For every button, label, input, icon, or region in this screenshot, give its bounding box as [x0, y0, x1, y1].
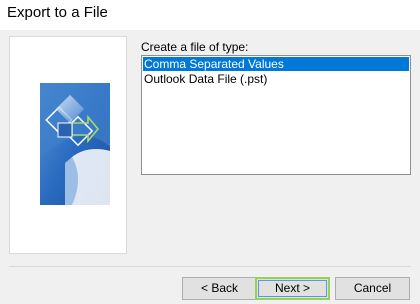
cancel-button[interactable]: Cancel: [335, 277, 410, 300]
wizard-graphic-panel: [9, 36, 127, 254]
back-button[interactable]: < Back: [182, 277, 257, 300]
dialog-body: Create a file of type: Comma Separated V…: [0, 30, 420, 304]
window-title: Export to a File: [7, 4, 108, 21]
next-button[interactable]: Next >: [255, 277, 330, 300]
title-bar: Export to a File: [0, 0, 420, 30]
file-type-prompt: Create a file of type:: [141, 40, 249, 54]
footer-separator: [9, 266, 411, 267]
list-item-csv[interactable]: Comma Separated Values: [143, 57, 409, 71]
file-type-list[interactable]: Comma Separated Values Outlook Data File…: [141, 55, 411, 175]
export-wizard-graphic-icon: [40, 83, 110, 205]
list-item-pst[interactable]: Outlook Data File (.pst): [143, 72, 409, 86]
